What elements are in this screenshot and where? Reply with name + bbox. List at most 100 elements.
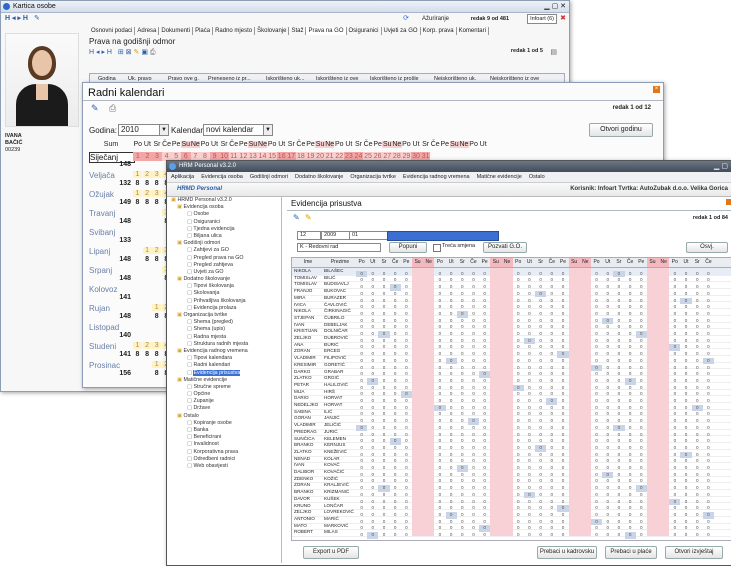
attendance-cell[interactable] [423,475,435,483]
refresh-icon[interactable]: ⟳ [403,13,409,25]
attendance-cell[interactable]: 0 [557,532,568,539]
attendance-cell[interactable] [501,274,513,282]
attendance-cell[interactable] [646,314,659,322]
attendance-cell[interactable] [658,368,670,376]
attendance-cell[interactable] [568,462,580,469]
attendance-cell[interactable] [646,395,659,402]
kartica-osobe-titlebar[interactable]: Kartica osobe ▁ ▢ ✕ [1,1,569,13]
attendance-cell[interactable] [501,495,513,503]
attendance-cell[interactable] [490,428,502,436]
attendance-cell[interactable] [501,388,513,396]
attendance-cell[interactable] [411,274,424,282]
attendance-cell[interactable] [423,381,435,389]
attendance-cell[interactable] [501,475,513,483]
attendance-cell[interactable] [646,529,659,536]
attendance-cell[interactable] [501,448,513,456]
attendance-cell[interactable] [501,281,513,289]
attendance-cell[interactable] [658,294,670,302]
attendance-cell[interactable] [568,522,580,530]
kalendar-dropdown-icon[interactable]: ▼ [263,124,273,136]
attendance-cell[interactable] [411,308,424,315]
month-name[interactable]: Ožujak [89,190,133,199]
attendance-cell[interactable] [579,281,591,289]
tab-prava-na-go[interactable]: Prava na GO [306,27,347,35]
attendance-cell[interactable] [411,381,424,389]
attendance-cell[interactable] [646,462,659,469]
attendance-cell[interactable] [423,408,435,416]
attendance-cell[interactable] [490,274,502,282]
attendance-cell[interactable] [423,361,435,369]
attendance-cell[interactable]: 0 [546,532,557,539]
attendance-cell[interactable] [411,368,424,376]
attendance-cell[interactable]: 0 [636,532,647,539]
menu-organizacija-tvrtke[interactable]: Organizacija tvrtke [350,174,396,180]
attendance-cell[interactable] [501,442,513,449]
attendance-cell[interactable] [646,442,659,449]
attendance-cell[interactable] [423,442,435,449]
attendance-cell[interactable] [658,355,670,362]
attendance-cell[interactable] [423,482,435,490]
tree-item[interactable]: ▢ Županije [169,398,281,405]
attendance-cell[interactable] [658,415,670,423]
attendance-cell[interactable] [423,455,435,463]
tree-item[interactable]: ▣ Evidencija radnog vremena [169,348,281,355]
attendance-cell[interactable] [658,529,670,536]
attendance-cell[interactable] [423,489,435,496]
attendance-cell[interactable] [490,455,502,463]
popuni-button[interactable]: Popuni [389,242,427,253]
attendance-cell[interactable] [579,415,591,423]
day-number[interactable]: 2 [142,342,152,349]
attendance-cell[interactable] [658,422,670,429]
attendance-cell[interactable] [658,462,670,469]
attendance-cell[interactable]: 0 [669,532,680,539]
attendance-cell[interactable] [501,482,513,490]
attendance-cell[interactable] [579,395,591,402]
attendance-cell[interactable] [658,375,670,382]
tree-item[interactable]: ▢ Tipovi školovanja [169,283,281,290]
attendance-cell[interactable] [411,361,424,369]
attendance-cell[interactable] [411,515,424,523]
attendance-cell[interactable] [579,294,591,302]
attendance-cell[interactable]: 0 [680,532,691,539]
attendance-cell[interactable] [568,348,580,356]
tree-item[interactable]: ▢ Prihvatljiva školovanja [169,298,281,305]
attendance-cell[interactable] [579,274,591,282]
day-number[interactable]: 2 [142,190,152,197]
attendance-cell[interactable] [646,455,659,463]
attendance-cell[interactable] [646,428,659,436]
attendance-cell[interactable] [568,428,580,436]
attendance-cell[interactable] [411,509,424,516]
attendance-cell[interactable] [423,375,435,382]
tree-item[interactable]: ▣ Dodatno školovanje [169,276,281,283]
osvjezi-button[interactable]: Osvj. [686,242,728,253]
attendance-cell[interactable]: 0 [613,532,624,539]
attendance-cell[interactable] [423,281,435,289]
attendance-cell[interactable] [490,402,502,409]
attendance-cell[interactable] [579,388,591,396]
attendance-cell[interactable] [490,475,502,483]
attendance-cell[interactable] [423,435,435,443]
attendance-cell[interactable] [579,442,591,449]
tree-item[interactable]: ▢ Shema (upis) [169,326,281,333]
attendance-cell[interactable] [411,288,424,295]
tree-item[interactable]: ▢ Biljana ulica [169,233,281,240]
attendance-cell[interactable]: 0 [378,532,389,539]
attendance-cell[interactable]: 0 [479,532,490,539]
attendance-cell[interactable] [411,455,424,463]
attendance-cell[interactable] [568,321,580,329]
tree-item[interactable]: ▣ HRMD Personal v3.2.0 [169,197,281,204]
prebaci-place-button[interactable]: Prebaci u plaće [605,546,657,559]
attendance-cell[interactable] [568,448,580,456]
attendance-cell[interactable] [490,422,502,429]
attendance-cell[interactable] [646,489,659,496]
attendance-cell[interactable] [423,522,435,530]
attendance-cell[interactable] [490,268,502,275]
attendance-cell[interactable] [423,509,435,516]
attendance-cell[interactable] [568,314,580,322]
attendance-cell[interactable] [501,361,513,369]
attendance-cell[interactable] [423,395,435,402]
attendance-cell[interactable] [423,308,435,315]
attendance-cell[interactable] [501,515,513,523]
attendance-cell[interactable] [423,274,435,282]
attendance-cell[interactable] [579,341,591,349]
